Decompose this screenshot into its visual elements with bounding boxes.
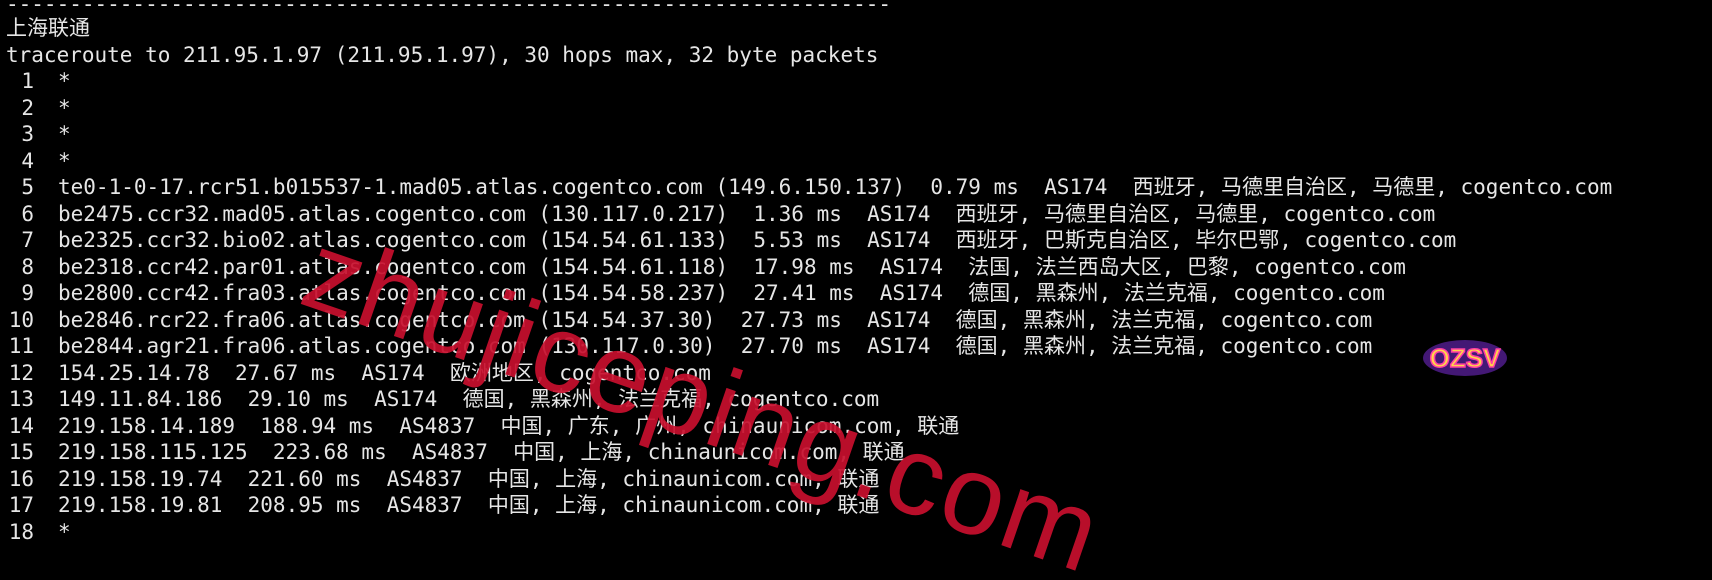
hop-number: 6 [21,201,34,226]
hop-details: 219.158.19.74 221.60 ms AS4837 中国, 上海, c… [58,466,880,491]
hop-details: * [58,148,71,173]
hop-number: 4 [21,148,34,173]
hop-details: be2325.ccr32.bio02.atlas.cogentco.com (1… [58,228,1457,252]
divider-line: ----------------------------------------… [6,0,892,16]
hop-number: 2 [21,95,34,120]
hop-number: 1 [21,69,34,93]
hop-number: 16 [8,466,34,491]
hop-number: 14 [8,413,34,438]
terminal-window[interactable]: ----------------------------------------… [0,0,1712,580]
hop-details: be2318.ccr42.par01.atlas.cogentco.com (1… [58,254,1406,279]
hop-details: 219.158.115.125 223.68 ms AS4837 中国, 上海,… [58,440,905,464]
hop-number: 7 [21,228,34,252]
hop-number: 11 [8,334,34,358]
hop-details: 154.25.14.78 27.67 ms AS174 欧洲地区, cogent… [58,360,711,385]
hop-number: 8 [21,254,34,279]
hop-number: 13 [8,387,34,411]
hop-details: te0-1-0-17.rcr51.b015537-1.mad05.atlas.c… [58,175,1613,199]
hop-details: be2475.ccr32.mad05.atlas.cogentco.com (1… [58,201,1436,226]
hop-number: 15 [8,440,34,464]
hop-details: be2846.rcr22.fra06.atlas.cogentco.com (1… [58,307,1373,332]
hop-details: 149.11.84.186 29.10 ms AS174 德国, 黑森州, 法兰… [58,387,880,411]
hop-number: 3 [21,122,34,146]
hop-number: 9 [21,281,34,305]
hop-details: * [58,519,71,544]
badge-text: OZSV [1430,343,1501,373]
hop-number: 18 [8,519,34,544]
ozsv-logo-badge: OZSV [1423,340,1507,376]
hop-number: 17 [8,493,34,517]
traceroute-command: traceroute to 211.95.1.97 (211.95.1.97),… [6,43,879,67]
hop-details: * [58,69,71,93]
hop-details: 219.158.19.81 208.95 ms AS4837 中国, 上海, c… [58,493,880,517]
hop-details: * [58,122,71,146]
hop-number: 10 [8,307,34,332]
hop-details: be2844.agr21.fra06.atlas.cogentco.com (1… [58,334,1373,358]
hop-number: 12 [8,360,34,385]
hop-details: * [58,95,71,120]
hop-details: 219.158.14.189 188.94 ms AS4837 中国, 广东, … [58,413,960,438]
location-heading: 上海联通 [6,16,90,40]
hop-details: be2800.ccr42.fra03.atlas.cogentco.com (1… [58,281,1385,305]
hop-number: 5 [21,175,34,199]
